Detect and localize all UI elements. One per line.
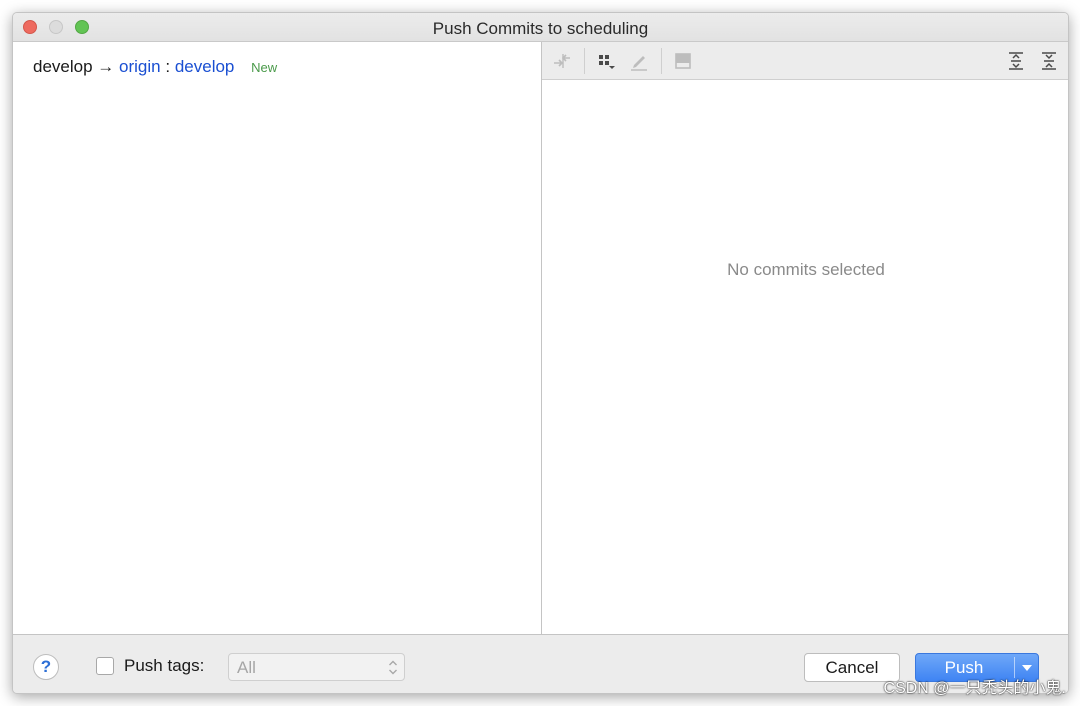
tags-select-value: All	[237, 658, 256, 677]
expand-all-icon[interactable]	[1005, 50, 1027, 72]
preview-icon-glyph	[675, 53, 691, 69]
new-branch-badge: New	[251, 60, 278, 75]
push-branch-row[interactable]: develop → origin : develop New	[33, 57, 277, 77]
collapse-all-icon[interactable]	[1038, 50, 1060, 72]
preview-icon[interactable]	[672, 50, 694, 72]
group-icon-glyph	[599, 55, 615, 69]
push-tags-checkbox[interactable]	[96, 657, 114, 675]
tags-select: All	[228, 653, 405, 681]
push-commits-dialog: Push Commits to scheduling develop → ori…	[12, 12, 1069, 694]
compare-icon[interactable]	[551, 50, 573, 72]
collapse-all-icon-glyph	[1042, 52, 1056, 70]
remote-branch-link[interactable]: develop	[175, 57, 235, 76]
edit-icon[interactable]	[628, 50, 650, 72]
push-tags-label[interactable]: Push tags:	[124, 656, 204, 676]
csdn-watermark: CSDN @一只秃头的小鬼.	[883, 680, 1066, 697]
toolbar-separator	[661, 48, 662, 74]
updown-chevron-icon	[389, 660, 397, 675]
group-icon[interactable]	[595, 50, 617, 72]
remote-name-link[interactable]: origin	[119, 57, 161, 76]
title-bar[interactable]: Push Commits to scheduling	[13, 13, 1068, 42]
branch-separator: :	[165, 57, 171, 76]
toolbar-separator	[584, 48, 585, 74]
expand-all-icon-glyph	[1009, 52, 1023, 70]
branch-tree-pane[interactable]: develop → origin : develop New	[13, 42, 541, 634]
chevron-down-icon	[1022, 664, 1032, 671]
commit-details-pane: No commits selected	[542, 42, 1068, 634]
help-button[interactable]: ?	[33, 654, 59, 680]
no-commits-message: No commits selected	[727, 260, 885, 279]
local-branch-name: develop	[33, 57, 93, 76]
edit-icon-glyph	[631, 56, 647, 71]
window-title: Push Commits to scheduling	[432, 19, 649, 38]
arrow-right-icon: →	[97, 57, 115, 76]
compare-icon-glyph	[554, 54, 570, 68]
details-toolbar	[542, 42, 1068, 80]
